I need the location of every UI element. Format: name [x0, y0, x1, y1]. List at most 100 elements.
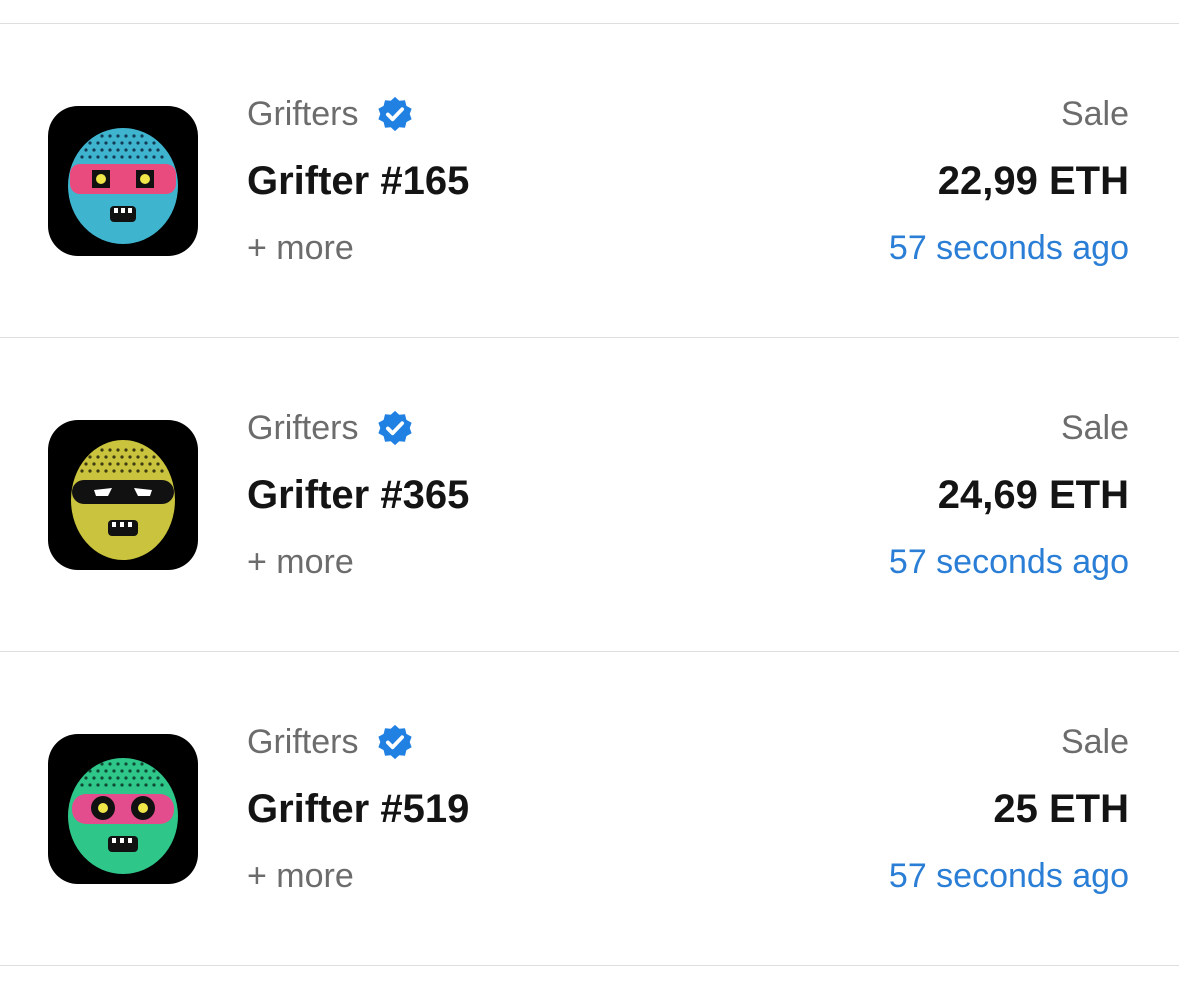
head-dot — [140, 776, 144, 780]
head-dot — [128, 469, 132, 473]
head-dot — [116, 148, 120, 152]
timestamp-link[interactable]: 57 seconds ago — [889, 542, 1129, 582]
head-dot — [160, 783, 164, 787]
head-dot — [108, 448, 112, 452]
avatar-image — [71, 440, 175, 560]
head-dot — [132, 148, 136, 152]
activity-row[interactable]: Grifters Grifter #165 + more Sale 22,99 … — [0, 24, 1179, 338]
head-dot — [136, 155, 140, 159]
collection-name[interactable]: Grifters — [247, 408, 414, 448]
head-dot — [124, 762, 128, 766]
head-dot — [124, 448, 128, 452]
mask — [70, 164, 176, 194]
head-dot — [104, 469, 108, 473]
head-dot — [108, 148, 112, 152]
divider-bottom — [0, 965, 1179, 966]
head-dot — [120, 155, 124, 159]
head-dot — [96, 469, 100, 473]
head-dot — [84, 776, 88, 780]
head-dot — [88, 455, 92, 459]
more-link[interactable]: + more — [247, 856, 354, 896]
avatar-image — [68, 758, 178, 874]
head-dot — [100, 148, 104, 152]
verified-check-icon — [376, 95, 414, 133]
head-dot — [116, 462, 120, 466]
head-dot — [152, 141, 156, 145]
nft-thumbnail[interactable] — [48, 106, 198, 256]
head-dot — [156, 148, 160, 152]
head-dot — [100, 134, 104, 138]
event-type: Sale — [1060, 95, 1129, 133]
activity-row[interactable]: Grifters Grifter #519 + more Sale 25 ETH… — [0, 652, 1179, 966]
head-dot — [136, 783, 140, 787]
head-dot — [156, 776, 160, 780]
nft-thumbnail[interactable] — [48, 420, 198, 570]
head-dot — [112, 155, 116, 159]
head-dot — [104, 141, 108, 145]
head-dot — [104, 455, 108, 459]
more-link[interactable]: + more — [247, 542, 354, 582]
head-dot — [124, 462, 128, 466]
timestamp-link[interactable]: 57 seconds ago — [889, 856, 1129, 896]
head-dot — [128, 155, 132, 159]
verified-check-icon — [376, 409, 414, 447]
head-dot — [96, 769, 100, 773]
nft-thumbnail[interactable] — [48, 734, 198, 884]
head-dot — [112, 141, 116, 145]
head-dot — [136, 141, 140, 145]
head-dot — [120, 455, 124, 459]
head-dot — [88, 783, 92, 787]
head-dot — [112, 469, 116, 473]
head-dot — [120, 769, 124, 773]
head-dot — [120, 469, 124, 473]
head-dot — [152, 469, 156, 473]
event-type: Sale — [1060, 723, 1129, 761]
head-dot — [100, 776, 104, 780]
item-name[interactable]: Grifter #519 — [247, 786, 469, 832]
head-dot — [128, 141, 132, 145]
price: 22,99 ETH — [937, 159, 1129, 203]
head-dot — [140, 134, 144, 138]
head-dot — [116, 448, 120, 452]
price: 24,69 ETH — [937, 473, 1129, 517]
head-dot — [136, 455, 140, 459]
item-name[interactable]: Grifter #365 — [247, 472, 469, 518]
collection-name[interactable]: Grifters — [247, 722, 414, 762]
head-dot — [96, 783, 100, 787]
head-dot — [108, 134, 112, 138]
head-dot — [140, 148, 144, 152]
head-dot — [128, 783, 132, 787]
head-dot — [104, 783, 108, 787]
head-dot — [104, 769, 108, 773]
head-dot — [120, 141, 124, 145]
head-dot — [144, 783, 148, 787]
head-dot — [156, 462, 160, 466]
more-link[interactable]: + more — [247, 228, 354, 268]
head-dot — [116, 134, 120, 138]
head-dot — [120, 783, 124, 787]
head-dot — [160, 155, 164, 159]
head-dot — [136, 769, 140, 773]
head-dot — [148, 462, 152, 466]
head-dot — [124, 134, 128, 138]
head-dot — [136, 469, 140, 473]
head-dot — [132, 462, 136, 466]
head-dot — [144, 769, 148, 773]
head-dot — [152, 783, 156, 787]
item-name[interactable]: Grifter #165 — [247, 158, 469, 204]
head-dot — [132, 448, 136, 452]
head-dot — [140, 462, 144, 466]
head-dot — [124, 776, 128, 780]
head-dot — [100, 762, 104, 766]
head-dot — [80, 469, 84, 473]
head-dot — [96, 155, 100, 159]
timestamp-link[interactable]: 57 seconds ago — [889, 228, 1129, 268]
head-dot — [144, 155, 148, 159]
head-dot — [140, 762, 144, 766]
collection-name[interactable]: Grifters — [247, 94, 414, 134]
activity-row[interactable]: Grifters Grifter #365 + more Sale 24,69 … — [0, 338, 1179, 652]
collection-label: Grifters — [247, 95, 359, 133]
mask — [72, 480, 174, 504]
collection-label: Grifters — [247, 409, 359, 447]
head-dot — [96, 455, 100, 459]
